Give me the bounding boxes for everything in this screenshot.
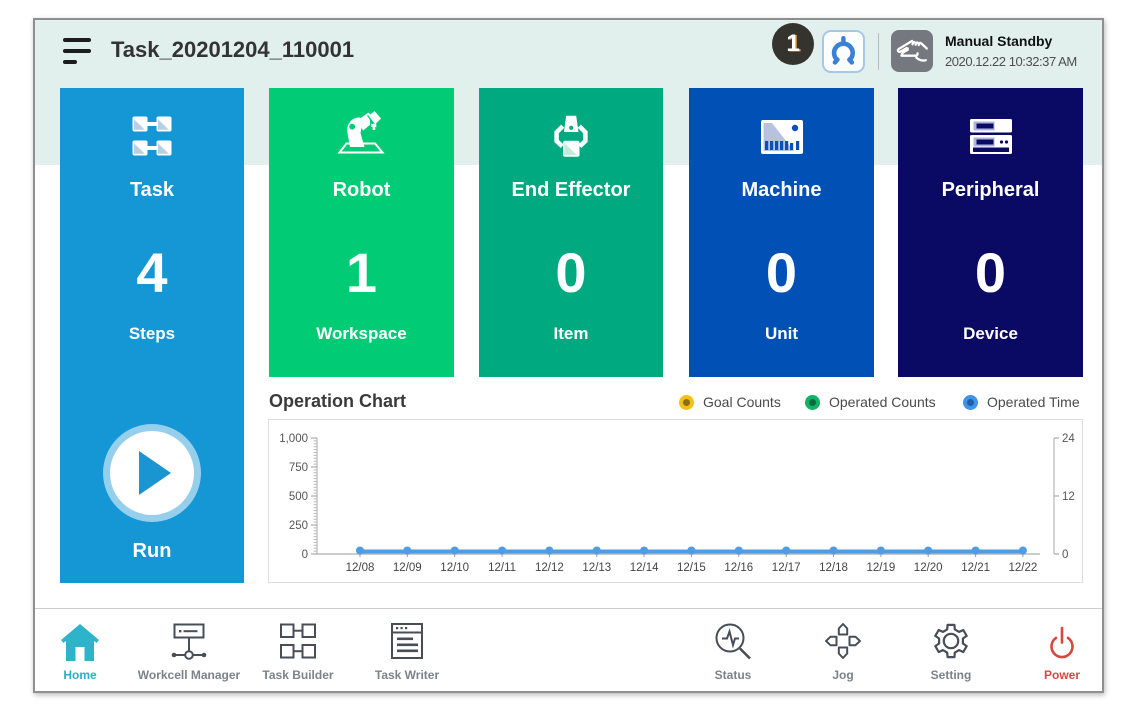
- svg-text:12/22: 12/22: [1009, 562, 1038, 574]
- svg-text:12/21: 12/21: [961, 562, 990, 574]
- svg-text:12/17: 12/17: [772, 562, 801, 574]
- svg-text:12/14: 12/14: [630, 562, 659, 574]
- svg-text:12/18: 12/18: [819, 562, 848, 574]
- svg-text:0: 0: [1062, 549, 1068, 561]
- svg-text:12/11: 12/11: [488, 562, 516, 574]
- svg-text:24: 24: [1062, 433, 1075, 445]
- svg-text:12/20: 12/20: [914, 562, 943, 574]
- svg-text:12/12: 12/12: [535, 562, 564, 574]
- svg-text:12/08: 12/08: [346, 562, 375, 574]
- svg-text:12/13: 12/13: [582, 562, 611, 574]
- svg-text:1,000: 1,000: [279, 433, 308, 445]
- svg-text:12/09: 12/09: [393, 562, 422, 574]
- svg-text:12/19: 12/19: [867, 562, 896, 574]
- svg-text:12/15: 12/15: [677, 562, 706, 574]
- svg-text:12: 12: [1062, 491, 1075, 503]
- svg-text:750: 750: [289, 462, 308, 474]
- svg-text:0: 0: [302, 549, 308, 561]
- svg-text:500: 500: [289, 491, 308, 503]
- svg-text:12/10: 12/10: [440, 562, 469, 574]
- svg-text:250: 250: [289, 520, 308, 532]
- svg-text:12/16: 12/16: [724, 562, 753, 574]
